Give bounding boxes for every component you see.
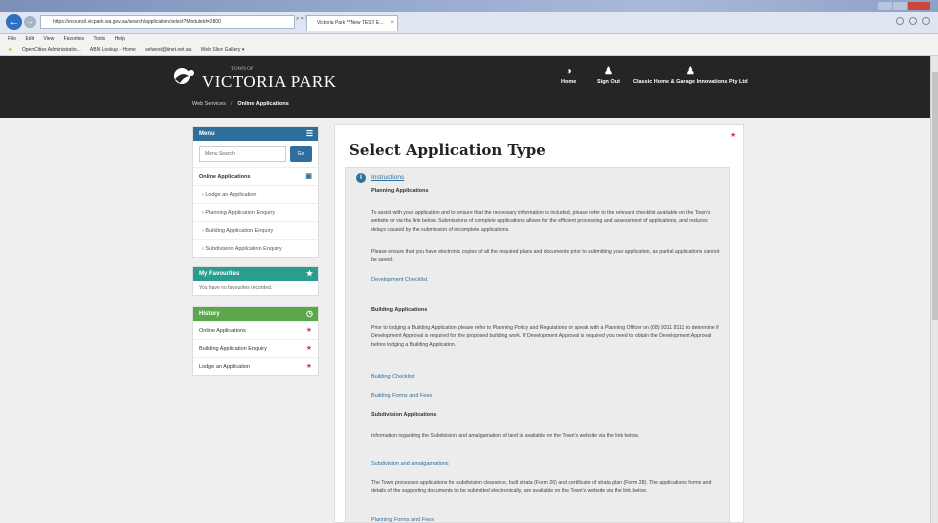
menu-help[interactable]: Help — [115, 36, 125, 42]
breadcrumb-separator: / — [230, 101, 233, 107]
instructions-link[interactable]: Instructions — [371, 174, 404, 181]
browser-menubar: File Edit View Favorites Tools Help — [0, 34, 938, 44]
gear-icon[interactable] — [922, 17, 930, 25]
menu-view[interactable]: View — [43, 36, 54, 42]
menu-item-lodge-application[interactable]: › Lodge an Application — [193, 185, 318, 203]
nav-sign-out-label: Sign Out — [597, 79, 620, 85]
planning-forms-fees-link[interactable]: Planning Forms and Fees — [371, 517, 434, 523]
planning-text-2: Please ensure that you have electronic c… — [371, 249, 720, 264]
tab-close-icon[interactable]: × — [390, 16, 394, 30]
town-logo-icon[interactable] — [171, 67, 197, 87]
building-checklist-link[interactable]: Building Checklist — [371, 374, 414, 380]
window-controls — [878, 2, 930, 10]
home-icon: ◑ — [565, 66, 572, 77]
user-icon: ♟ — [685, 66, 695, 77]
menu-panel-title: Menu — [199, 131, 215, 137]
menu-panel: Menu ☰ Menu Search Go Online Application… — [192, 126, 319, 258]
subdivision-link[interactable]: Subdivision and amalgamations — [371, 461, 449, 467]
menu-item-building-enquiry[interactable]: › Building Application Enquiry — [193, 221, 318, 239]
favorite-link[interactable]: Web Slice Gallery ▾ — [201, 47, 245, 53]
building-heading: Building Applications — [371, 307, 428, 313]
favourites-panel: My Favourites ★ You have no favourites r… — [192, 266, 319, 296]
forward-arrow-icon[interactable]: → — [24, 16, 36, 28]
planning-text: To assist with your application and to e… — [371, 210, 711, 233]
page-title: Select Application Type — [349, 141, 546, 159]
info-icon: i — [356, 173, 366, 183]
favorites-bar: ★ OpenCities Administratio... ABN Lookup… — [0, 44, 938, 56]
nav-account-label: Classic Home & Garage Innovations Pty Lt… — [633, 79, 748, 85]
menu-item-label: Subdivision Application Enquiry — [205, 246, 282, 252]
menu-section-online-applications[interactable]: Online Applications ▣ — [193, 167, 318, 185]
nav-account[interactable]: ♟ Classic Home & Garage Innovations Pty … — [633, 66, 748, 85]
hamburger-icon[interactable]: ☰ — [306, 129, 313, 139]
star-icon[interactable]: ★ — [306, 322, 312, 340]
history-item[interactable]: Building Application Enquiry ★ — [193, 339, 318, 357]
url-input[interactable]: https://ecouncil.vicpark.wa.gov.au/searc… — [40, 15, 295, 29]
scrollbar-thumb[interactable] — [932, 72, 938, 320]
building-forms-fees-link[interactable]: Building Forms and Fees — [371, 393, 432, 399]
breadcrumb-web-services[interactable]: Web Services — [192, 101, 226, 107]
favorites-star-icon[interactable]: ★ — [8, 47, 12, 53]
nav-home[interactable]: ◑ Home — [561, 66, 576, 85]
menu-panel-header: Menu ☰ — [193, 127, 318, 141]
menu-edit[interactable]: Edit — [25, 36, 34, 42]
menu-file[interactable]: File — [8, 36, 16, 42]
browser-tools — [896, 17, 930, 25]
home-icon[interactable] — [896, 17, 904, 25]
clock-icon[interactable]: ◷ — [306, 309, 313, 319]
menu-search: Menu Search Go — [193, 141, 318, 167]
breadcrumb: Web Services / Online Applications — [192, 101, 289, 107]
nav-home-label: Home — [561, 79, 577, 85]
development-checklist-link[interactable]: Development Checklist — [371, 277, 427, 283]
minimize-button[interactable] — [878, 2, 892, 10]
subdivision-heading: Subdivision Applications — [371, 412, 437, 418]
history-item[interactable]: Online Applications ★ — [193, 321, 318, 339]
favorite-link[interactable]: OpenCities Administratio... — [22, 47, 81, 53]
favourites-empty-text: You have no favourites recorded. — [199, 285, 273, 291]
favourites-panel-header: My Favourites ★ — [193, 267, 318, 281]
tab-title: Victoria Park **New TEST E... — [317, 20, 384, 26]
favourite-star-icon[interactable]: ★ — [730, 131, 736, 139]
menu-item-planning-enquiry[interactable]: › Planning Application Enquiry — [193, 203, 318, 221]
menu-item-label: Planning Application Enquiry — [205, 210, 276, 216]
history-panel: History ◷ Online Applications ★ Building… — [192, 306, 319, 376]
menu-item-subdivision-enquiry[interactable]: › Subdivision Application Enquiry — [193, 239, 318, 257]
nav-sign-out[interactable]: ♟ Sign Out — [597, 66, 620, 85]
favorite-link[interactable]: selwest@iinet.net.au — [145, 47, 191, 53]
browser-tab[interactable]: Victoria Park **New TEST E... × — [306, 15, 398, 31]
subdivision-text-2: The Town processes applications for subd… — [371, 480, 712, 495]
planning-heading: Planning Applications — [371, 188, 429, 194]
star-icon[interactable]: ★ — [306, 269, 313, 279]
logo-text[interactable]: VICTORIA PARK — [202, 72, 337, 92]
history-panel-title: History — [199, 311, 220, 317]
folder-icon: ▣ — [305, 173, 312, 180]
menu-section-label: Online Applications — [199, 174, 251, 180]
star-icon[interactable]: ★ — [306, 358, 312, 376]
maximize-button[interactable] — [893, 2, 907, 10]
history-item-label: Online Applications — [199, 328, 246, 334]
favorite-link[interactable]: ABN Lookup - Home — [90, 47, 136, 53]
user-icon: ♟ — [603, 66, 613, 77]
history-item-label: Lodge an Application — [199, 364, 251, 370]
building-text: Prior to lodging a Building Application … — [371, 325, 719, 348]
page-scrollbar[interactable] — [930, 56, 938, 523]
menu-search-input[interactable]: Menu Search — [199, 146, 286, 162]
menu-item-label: Building Application Enquiry — [205, 228, 274, 234]
favourites-panel-title: My Favourites — [199, 271, 240, 277]
close-window-button[interactable] — [908, 2, 930, 10]
star-icon[interactable]: ★ — [306, 340, 312, 358]
history-item[interactable]: Lodge an Application ★ — [193, 357, 318, 375]
site-header — [0, 56, 930, 118]
menu-search-go-button[interactable]: Go — [290, 146, 312, 162]
menu-favorites[interactable]: Favorites — [64, 36, 85, 42]
menu-tools[interactable]: Tools — [93, 36, 105, 42]
window-titlebar — [0, 0, 938, 12]
favorites-icon[interactable] — [909, 17, 917, 25]
breadcrumb-current: Online Applications — [237, 101, 289, 107]
back-arrow-icon[interactable]: ← — [6, 14, 22, 30]
history-panel-header: History ◷ — [193, 307, 318, 321]
menu-item-label: Lodge an Application — [205, 192, 257, 198]
subdivision-text: Information regarding the Subdivision an… — [371, 433, 640, 439]
history-item-label: Building Application Enquiry — [199, 346, 267, 352]
